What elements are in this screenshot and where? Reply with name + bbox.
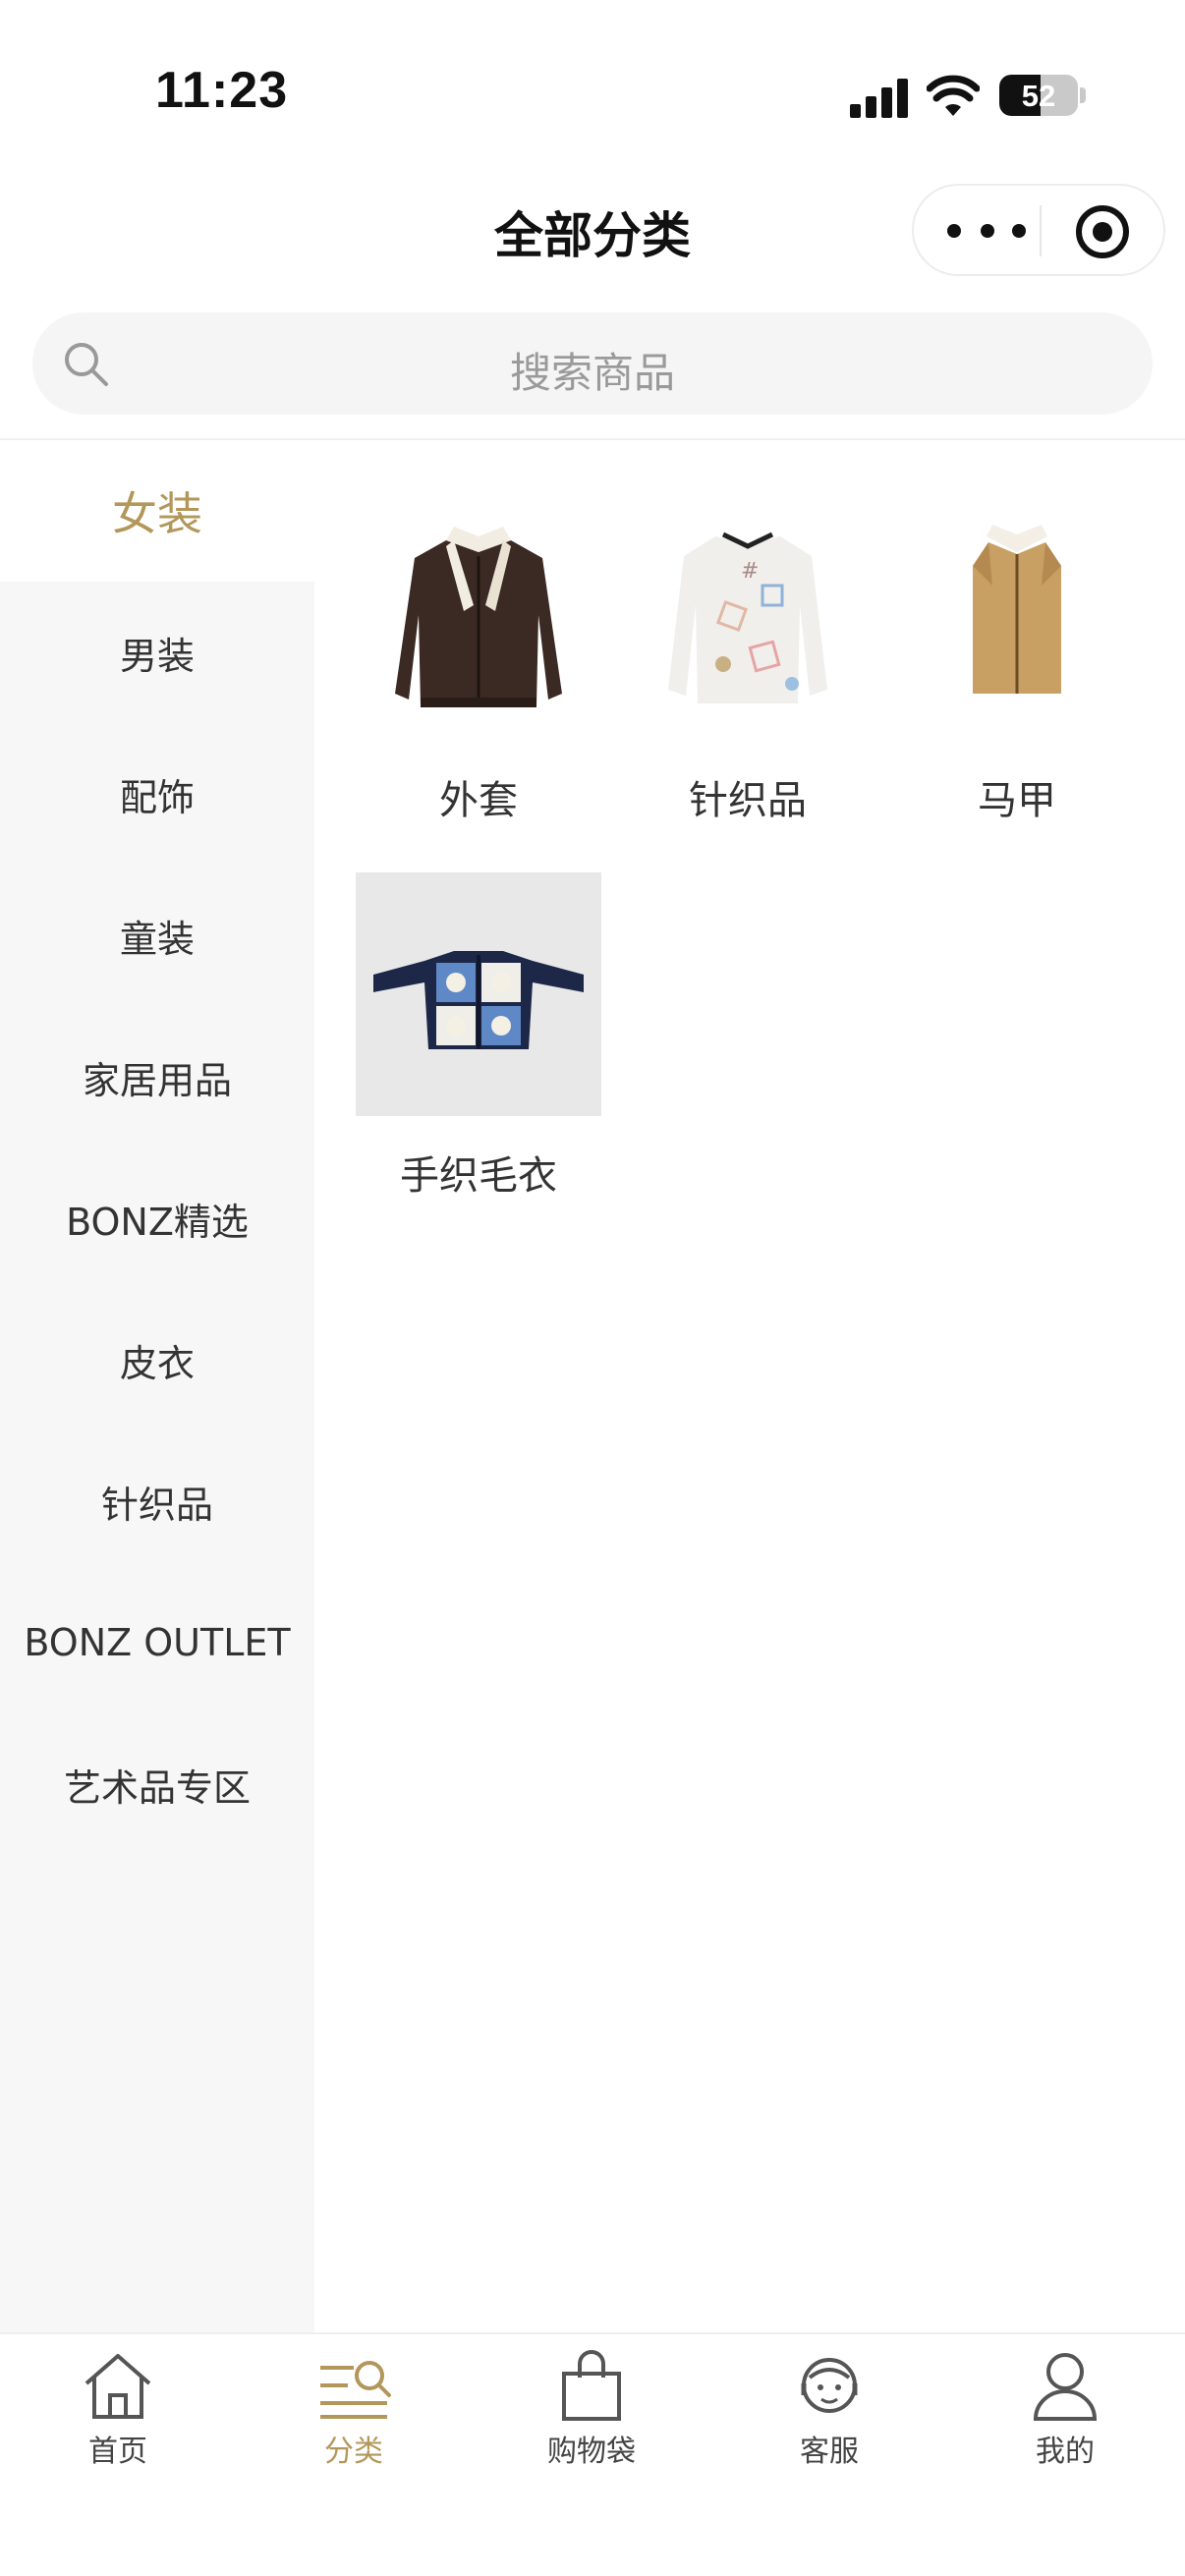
category-label: 针织品: [689, 778, 807, 823]
close-mini-program-icon[interactable]: [1076, 205, 1129, 258]
category-item-vests[interactable]: 马甲: [894, 497, 1140, 825]
tab-label: 购物袋: [547, 2435, 636, 2469]
battery-cap: [1080, 87, 1086, 103]
home-icon: [85, 2354, 151, 2419]
category-label: 外套: [439, 778, 518, 823]
sidebar-item-men[interactable]: 男装: [0, 582, 314, 723]
wifi-icon: [927, 75, 980, 116]
cellular-signal-icon: [850, 79, 909, 118]
sidebar-item-knitwear[interactable]: 针织品: [0, 1430, 314, 1572]
battery-level: 52: [1021, 79, 1056, 113]
category-item-hand-knit[interactable]: 手织毛衣: [356, 872, 601, 1201]
sidebar-item-bonz-selection[interactable]: BONZ精选: [0, 1148, 314, 1289]
tab-customer-service[interactable]: 客服: [731, 2348, 928, 2470]
sidebar-item-home[interactable]: 家居用品: [0, 1006, 314, 1148]
category-label: 手织毛衣: [400, 1153, 557, 1199]
tab-label: 客服: [800, 2435, 859, 2469]
tab-label: 分类: [324, 2435, 383, 2469]
category-item-knitwear[interactable]: # 针织品: [625, 497, 871, 825]
tab-profile[interactable]: 我的: [967, 2348, 1163, 2470]
sidebar-item-outlet[interactable]: BONZ OUTLET: [0, 1572, 314, 1713]
shopping-bag-icon: [562, 2350, 621, 2421]
customer-service-icon: [801, 2358, 858, 2413]
hand-knit-cardigan-image: [356, 872, 601, 1116]
battery-icon: 52: [999, 75, 1078, 116]
capsule-divider: [1040, 205, 1042, 256]
status-time: 11:23: [155, 62, 289, 119]
tab-home[interactable]: 首页: [20, 2348, 216, 2470]
search-bar[interactable]: 搜索商品: [32, 312, 1153, 415]
sidebar-item-accessories[interactable]: 配饰: [0, 723, 314, 865]
shearling-vest-image: [894, 497, 1140, 741]
status-bar: 11:23 52: [0, 0, 1185, 147]
bottom-tab-bar: 首页 分类 购物袋 客服 我的: [0, 2332, 1185, 2576]
category-icon: [320, 2361, 391, 2419]
sidebar-item-art[interactable]: 艺术品专区: [0, 1713, 314, 1855]
tab-label: 我的: [1036, 2435, 1095, 2469]
more-icon[interactable]: [947, 211, 1032, 251]
category-item-coats[interactable]: 外套: [356, 497, 601, 825]
sidebar-item-women[interactable]: 女装: [0, 440, 314, 582]
svg-text:#: #: [741, 559, 759, 584]
sidebar-item-leather[interactable]: 皮衣: [0, 1289, 314, 1430]
tab-category[interactable]: 分类: [255, 2348, 452, 2470]
tab-shopping-bag[interactable]: 购物袋: [493, 2348, 690, 2470]
mini-program-capsule: [912, 184, 1165, 276]
leather-jacket-image: [356, 497, 601, 741]
profile-icon: [1033, 2353, 1098, 2421]
patterned-sweater-image: #: [625, 497, 871, 741]
sidebar-item-kids[interactable]: 童装: [0, 865, 314, 1006]
search-placeholder: 搜索商品: [509, 349, 675, 397]
category-sidebar: 女装 男装 配饰 童装 家居用品 BONZ精选 皮衣 针织品 BONZ OUTL…: [0, 440, 314, 2334]
category-label: 马甲: [978, 778, 1056, 823]
tab-label: 首页: [88, 2435, 147, 2469]
